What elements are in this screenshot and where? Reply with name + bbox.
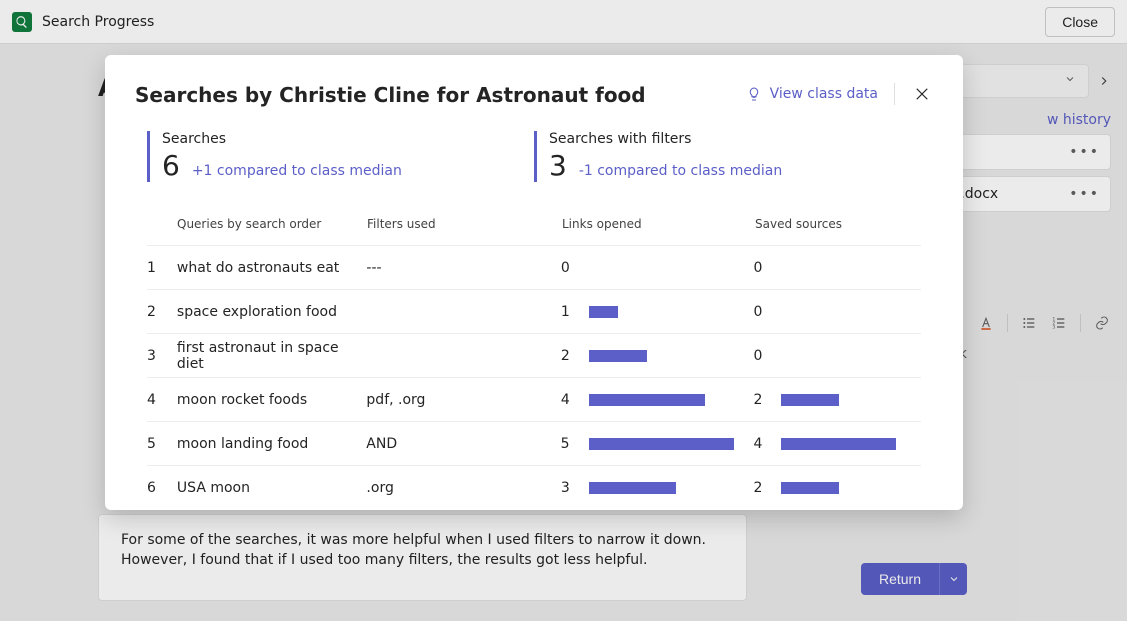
row-links-bar xyxy=(589,438,754,450)
row-index: 2 xyxy=(147,304,177,320)
row-index: 3 xyxy=(147,348,177,364)
row-filter: AND xyxy=(366,436,560,452)
row-saved-bar xyxy=(781,394,921,406)
col-filters: Filters used xyxy=(367,217,562,231)
row-index: 4 xyxy=(147,392,177,408)
close-icon xyxy=(913,85,931,103)
modal: Searches by Christie Cline for Astronaut… xyxy=(105,55,963,510)
row-links-count: 5 xyxy=(561,436,589,452)
row-saved-count: 2 xyxy=(753,392,781,408)
row-saved-count: 0 xyxy=(753,260,781,276)
row-saved-count: 4 xyxy=(754,436,782,452)
row-saved-count: 2 xyxy=(753,480,781,496)
row-filter: pdf, .org xyxy=(366,392,560,408)
row-saved-bar xyxy=(781,438,921,450)
col-query: Queries by search order xyxy=(177,217,367,231)
queries-table: Queries by search order Filters used Lin… xyxy=(135,202,933,510)
row-index: 1 xyxy=(147,260,177,276)
stat-searches-filters: Searches with filters 3 -1 compared to c… xyxy=(534,131,921,182)
row-query: space exploration food xyxy=(177,304,367,320)
row-filter: --- xyxy=(366,260,560,276)
row-index: 5 xyxy=(147,436,177,452)
row-links-bar xyxy=(589,306,754,318)
row-saved-bar xyxy=(781,482,921,494)
stat-value: 6 xyxy=(162,149,180,182)
row-links-count: 1 xyxy=(561,304,589,320)
stat-delta: -1 compared to class median xyxy=(579,163,782,179)
col-saved: Saved sources xyxy=(755,217,842,231)
stat-label: Searches with filters xyxy=(549,131,921,147)
view-class-data-link[interactable]: View class data xyxy=(746,83,895,105)
row-query: moon rocket foods xyxy=(177,392,367,408)
lightbulb-icon xyxy=(746,84,762,104)
modal-header: Searches by Christie Cline for Astronaut… xyxy=(135,83,933,107)
row-query: first astronaut in space diet xyxy=(177,340,367,372)
row-links-count: 2 xyxy=(561,348,589,364)
row-saved-count: 0 xyxy=(753,304,781,320)
stat-value: 3 xyxy=(549,149,567,182)
row-links-count: 0 xyxy=(561,260,589,276)
row-links-bar xyxy=(589,482,754,494)
table-header: Queries by search order Filters used Lin… xyxy=(147,202,921,246)
close-modal-button[interactable] xyxy=(911,83,933,105)
row-links-count: 4 xyxy=(561,392,589,408)
row-links-bar xyxy=(589,394,754,406)
row-query: what do astronauts eat xyxy=(177,260,367,276)
table-row: 2space exploration food 1 0 xyxy=(147,290,921,334)
stat-delta: +1 compared to class median xyxy=(192,163,402,179)
table-row: 3first astronaut in space diet 2 0 xyxy=(147,334,921,378)
col-links: Links opened xyxy=(562,217,755,231)
table-row: 1what do astronauts eat---00 xyxy=(147,246,921,290)
row-query: moon landing food xyxy=(177,436,366,452)
row-index: 6 xyxy=(147,480,177,496)
row-links-count: 3 xyxy=(561,480,589,496)
table-row: 6USA moon.org3 2 xyxy=(147,466,921,510)
row-query: USA moon xyxy=(177,480,367,496)
row-saved-count: 0 xyxy=(753,348,781,364)
stat-searches: Searches 6 +1 compared to class median xyxy=(147,131,534,182)
view-class-data-label: View class data xyxy=(770,86,878,102)
row-filter: .org xyxy=(366,480,560,496)
row-links-bar xyxy=(589,350,754,362)
table-row: 5moon landing foodAND54 xyxy=(147,422,921,466)
stats-row: Searches 6 +1 compared to class median S… xyxy=(135,131,933,182)
table-row: 4moon rocket foodspdf, .org42 xyxy=(147,378,921,422)
modal-title: Searches by Christie Cline for Astronaut… xyxy=(135,83,746,107)
stat-label: Searches xyxy=(162,131,534,147)
